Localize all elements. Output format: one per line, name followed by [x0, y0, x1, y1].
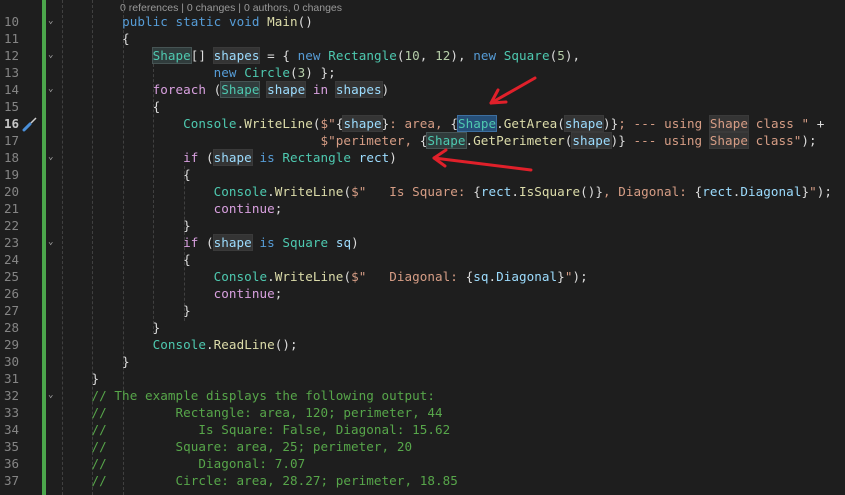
code-editor[interactable]: 0 references | 0 changes | 0 authors, 0 … [0, 0, 845, 495]
red-arrow-icon [489, 76, 537, 105]
annotation-arrows [432, 76, 537, 172]
red-arrow-icon [432, 148, 533, 172]
